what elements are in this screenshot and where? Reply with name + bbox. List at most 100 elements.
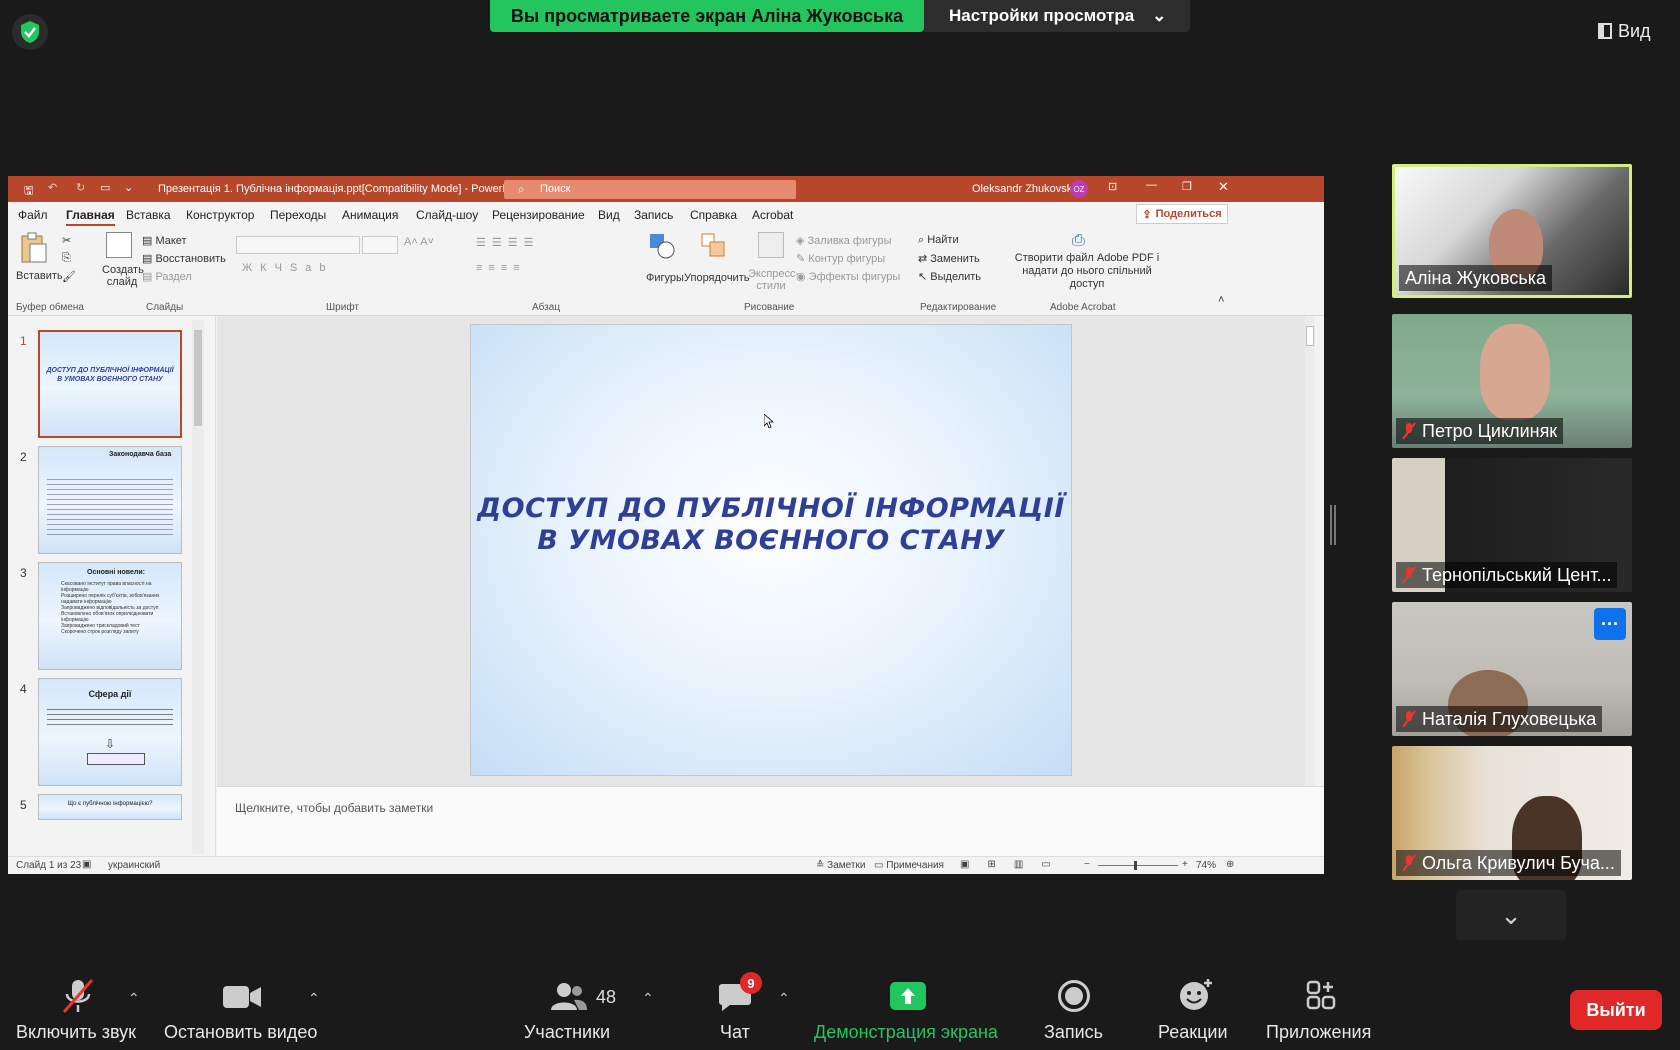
tab-design[interactable]: Конструктор xyxy=(186,208,254,222)
slide-thumbnail[interactable]: Законодавча база xyxy=(38,446,182,554)
paste-label[interactable]: Вставить xyxy=(16,270,63,282)
view-settings-dropdown[interactable]: Настройки просмотра ⌄ xyxy=(924,0,1190,32)
tab-review[interactable]: Рецензирование xyxy=(492,208,585,222)
reset-button[interactable]: ▤ Восстановить xyxy=(142,252,226,265)
format-painter-icon[interactable]: 🖌 xyxy=(62,270,76,283)
tab-home[interactable]: Главная xyxy=(66,208,115,226)
slide-thumbnail[interactable]: Сфера дії ⇩ xyxy=(38,678,182,786)
spelling-icon[interactable]: ▣ xyxy=(82,859,91,870)
restore-icon[interactable]: ❐ xyxy=(1182,180,1192,193)
share-screen-button[interactable] xyxy=(890,982,926,1010)
zoom-slider-thumb[interactable] xyxy=(1134,861,1137,870)
unmute-label[interactable]: Включить звук xyxy=(16,1022,136,1043)
save-icon[interactable]: 🖫 xyxy=(24,182,33,201)
customize-qat-icon[interactable]: ⌄ xyxy=(124,181,133,194)
tab-record[interactable]: Запись xyxy=(634,208,673,222)
tab-slideshow[interactable]: Слайд-шоу xyxy=(416,208,478,222)
share-button[interactable]: ⇪ Поделиться xyxy=(1136,204,1228,224)
language-indicator[interactable]: украинский xyxy=(108,860,160,871)
zoom-slider[interactable] xyxy=(1098,861,1178,870)
comments-button[interactable]: ▭ Примечания xyxy=(874,860,944,871)
scrollbar-thumb[interactable] xyxy=(1306,326,1314,346)
font-name-box[interactable] xyxy=(236,236,360,254)
collapse-ribbon-icon[interactable]: ˄ xyxy=(1218,294,1224,306)
record-label[interactable]: Запись xyxy=(1044,1022,1103,1043)
tab-view[interactable]: Вид xyxy=(598,208,620,222)
quick-styles-icon[interactable] xyxy=(758,232,784,258)
tab-insert[interactable]: Вставка xyxy=(126,208,171,222)
ppt-search-box[interactable]: ⌕ Поиск xyxy=(504,180,796,199)
close-icon[interactable]: ✕ xyxy=(1218,179,1229,195)
align-icons[interactable]: ≡≡≡≡ xyxy=(476,262,526,274)
current-slide[interactable]: ДОСТУП ДО ПУБЛІЧНОЇ ІНФОРМАЦІЇ В УМОВАХ … xyxy=(470,324,1072,776)
participants-label[interactable]: Участники xyxy=(524,1022,610,1043)
paste-icon[interactable] xyxy=(18,232,54,266)
panel-resize-handle[interactable] xyxy=(1330,505,1336,545)
leave-meeting-button[interactable]: Выйти xyxy=(1570,990,1662,1030)
redo-icon[interactable]: ↻ xyxy=(76,181,85,194)
tab-file[interactable]: Файл xyxy=(18,208,48,222)
minimize-icon[interactable]: — xyxy=(1146,179,1157,191)
select-button[interactable]: ↖ Выделить xyxy=(918,270,981,283)
slide-title[interactable]: ДОСТУП ДО ПУБЛІЧНОЇ ІНФОРМАЦІЇ В УМОВАХ … xyxy=(471,493,1071,557)
slide-thumbnail[interactable]: Основні новели: Скасовано інститут права… xyxy=(38,562,182,670)
participant-tile[interactable]: Ольга Кривулич Буча... xyxy=(1392,746,1632,880)
shape-fill-button[interactable]: ◈ Заливка фигуры xyxy=(796,234,892,247)
user-avatar[interactable]: OZ xyxy=(1070,180,1088,198)
notes-button[interactable]: ≙ Заметки xyxy=(816,860,865,871)
slide-scrollbar[interactable] xyxy=(1305,316,1315,786)
quick-styles-label[interactable]: Экспресс-стили xyxy=(748,268,799,292)
reactions-button[interactable] xyxy=(1178,978,1214,1017)
shapes-icon[interactable] xyxy=(648,232,676,260)
font-format-icons[interactable]: ЖКЧSab xyxy=(242,262,333,274)
more-options-button[interactable]: ··· xyxy=(1594,608,1626,640)
new-slide-label[interactable]: Создать слайд xyxy=(102,264,144,288)
font-grow-icon[interactable]: A˄ A˅ xyxy=(404,236,434,248)
zoom-out-icon[interactable]: − xyxy=(1084,859,1090,870)
slide-thumbnail[interactable]: ДОСТУП ДО ПУБЛІЧНОЇ ІНФОРМАЦІЇ В УМОВАХ … xyxy=(38,330,182,438)
zoom-in-icon[interactable]: + xyxy=(1182,859,1188,870)
shape-effects-button[interactable]: ◉ Эффекты фигуры xyxy=(796,270,900,283)
section-button[interactable]: ▤ Раздел xyxy=(142,270,192,283)
view-mode-icons[interactable]: ▣⊞▥▭ xyxy=(960,859,1069,870)
fit-slide-icon[interactable]: ⊕ xyxy=(1226,859,1234,870)
new-slide-icon[interactable] xyxy=(106,232,132,258)
participants-options-caret[interactable]: ⌃ xyxy=(642,990,654,1007)
stop-video-button[interactable] xyxy=(222,984,262,1015)
participant-tile[interactable]: Петро Циклиняк xyxy=(1392,314,1632,448)
gallery-scroll-down-button[interactable]: ⌄ xyxy=(1456,890,1566,940)
unmute-button[interactable] xyxy=(58,978,98,1019)
chat-label[interactable]: Чат xyxy=(720,1022,750,1043)
video-options-caret[interactable]: ⌃ xyxy=(308,990,320,1007)
chat-options-caret[interactable]: ⌃ xyxy=(778,990,790,1007)
tab-help[interactable]: Справка xyxy=(690,208,737,222)
arrange-icon[interactable] xyxy=(700,232,728,260)
audio-options-caret[interactable]: ⌃ xyxy=(128,990,140,1007)
tab-animations[interactable]: Анимация xyxy=(342,208,398,222)
layout-button[interactable]: ▤ Макет xyxy=(142,234,187,247)
participant-tile[interactable]: Аліна Жуковська xyxy=(1392,164,1632,298)
security-shield-icon[interactable] xyxy=(12,14,48,50)
undo-icon[interactable]: ↶ xyxy=(48,181,57,194)
shapes-label[interactable]: Фигуры xyxy=(646,272,684,284)
record-button[interactable] xyxy=(1058,980,1090,1012)
thumbnails-scrollbar[interactable] xyxy=(192,320,204,854)
font-size-box[interactable] xyxy=(362,236,398,254)
apps-button[interactable] xyxy=(1306,980,1336,1015)
reactions-label[interactable]: Реакции xyxy=(1158,1022,1228,1043)
start-presentation-icon[interactable]: ▭ xyxy=(100,181,110,194)
participants-button[interactable]: 48 xyxy=(550,982,616,1012)
view-button[interactable]: Вид xyxy=(1598,16,1651,46)
shape-outline-button[interactable]: ✎ Контур фигуры xyxy=(796,252,885,265)
ribbon-display-icon[interactable]: ⊡ xyxy=(1108,180,1117,193)
notes-pane[interactable]: Щелкните, чтобы добавить заметки xyxy=(217,786,1324,856)
stop-video-label[interactable]: Остановить видео xyxy=(164,1022,317,1043)
arrange-label[interactable]: Упорядочить xyxy=(684,272,749,284)
replace-button[interactable]: ⇄ Заменить xyxy=(918,252,980,265)
acrobat-create-pdf[interactable]: Створити файл Adobe PDF і надати до ньог… xyxy=(1012,252,1162,291)
zoom-level[interactable]: 74% xyxy=(1196,860,1216,871)
scrollbar-thumb[interactable] xyxy=(194,330,202,426)
tab-acrobat[interactable]: Acrobat xyxy=(752,208,793,222)
slide-thumbnail[interactable]: Що є публічною інформацією? xyxy=(38,794,182,820)
share-screen-label[interactable]: Демонстрация экрана xyxy=(814,1022,998,1043)
